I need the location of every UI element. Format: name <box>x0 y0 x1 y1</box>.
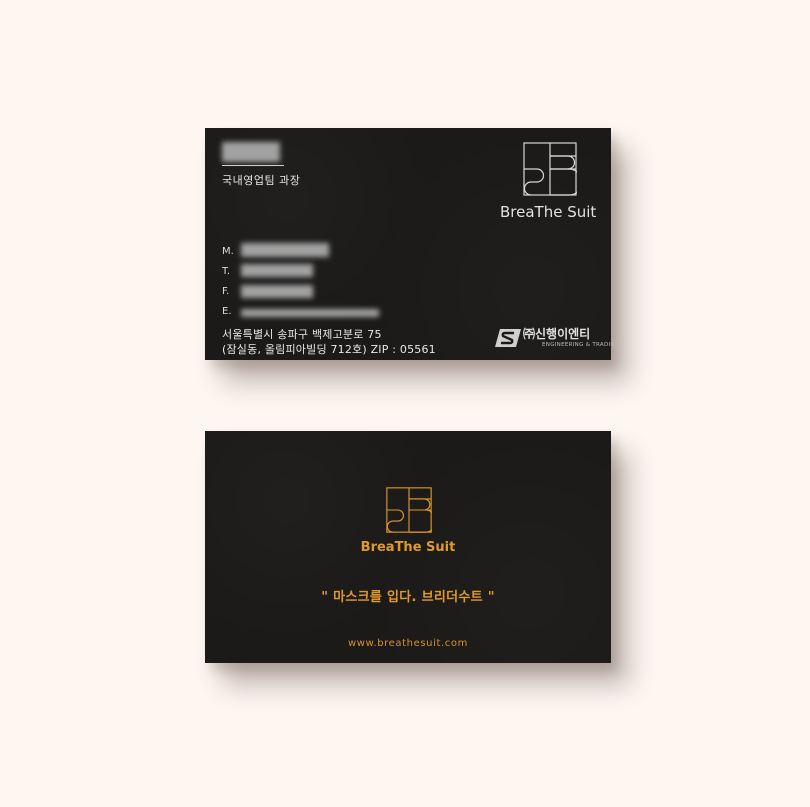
company-name: ㈜신행이엔티 <box>523 327 591 341</box>
phone-redacted <box>241 264 313 277</box>
breathe-suit-logo-icon <box>523 142 577 196</box>
mobile-redacted <box>241 243 329 257</box>
name-redacted <box>222 142 280 162</box>
name-underline <box>222 165 284 166</box>
email-redacted <box>241 309 379 317</box>
email-label: E. <box>222 306 232 317</box>
website-url: www.breathesuit.com <box>348 638 468 649</box>
address-line-1: 서울특별시 송파구 백제고분로 75 <box>222 328 382 341</box>
job-title: 국내영업팀 과장 <box>222 174 301 187</box>
fax-redacted <box>241 285 313 298</box>
phone-label: T. <box>222 266 231 277</box>
fax-label: F. <box>222 286 230 297</box>
breathe-suit-logo-icon <box>386 487 432 533</box>
brand-name: BreaThe Suit <box>500 203 597 221</box>
company-tagline: ENGINEERING & TRADING <box>542 342 620 348</box>
company-logo-icon <box>495 329 521 347</box>
brand-name: BreaThe Suit <box>360 540 456 555</box>
business-card-front: 국내영업팀 과장 M. T. F. E. 서울특별시 송파구 백제고분로 75 … <box>205 128 619 360</box>
mobile-label: M. <box>222 246 234 257</box>
address-line-2: (잠실동, 올림피아빌딩 712호) ZIP : 05561 <box>222 343 436 356</box>
business-card-back: BreaThe Suit " 마스크를 입다. 브리더수트 " www.brea… <box>205 431 611 663</box>
slogan: " 마스크를 입다. 브리더수트 " <box>321 590 495 605</box>
